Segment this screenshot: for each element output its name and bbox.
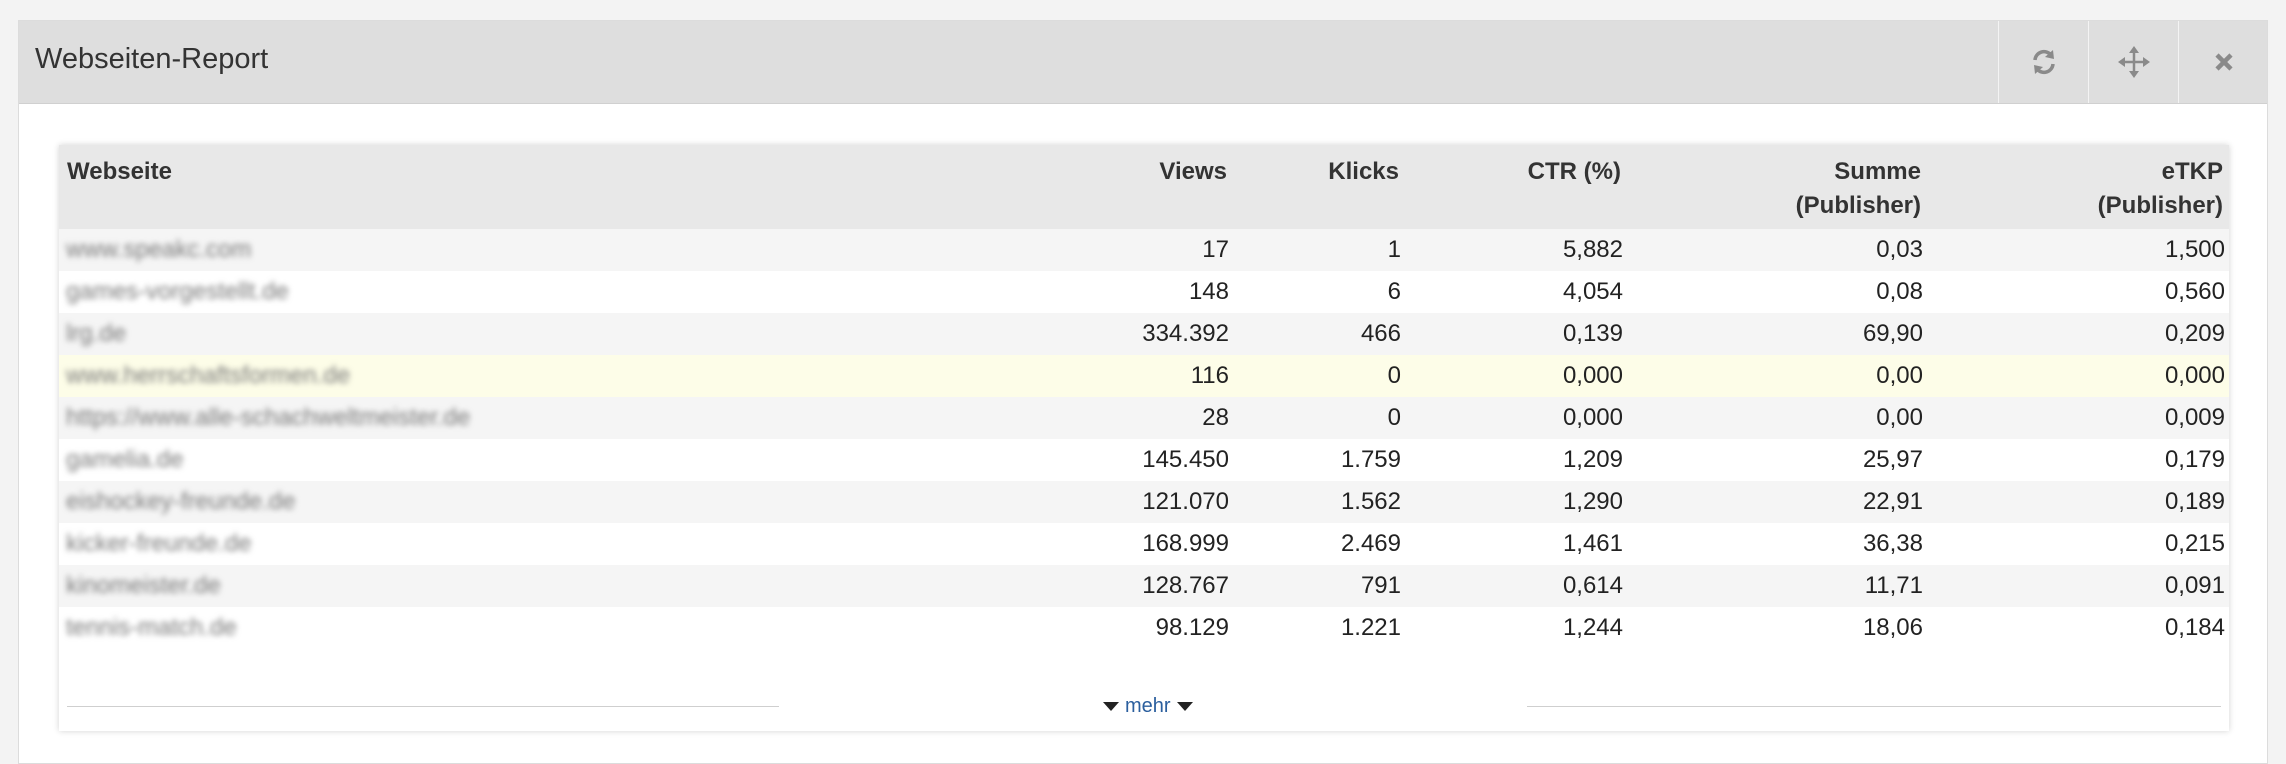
klicks-cell: 466: [1360, 320, 1401, 347]
header-summe-line1: Summe: [1834, 158, 1921, 185]
table-row[interactable]: games-vorgestellt.de 148 6 4,054 0,08 0,560: [59, 271, 2229, 313]
views-cell: 145.450: [1142, 446, 1229, 473]
ctr-cell: 0,000: [1562, 362, 1623, 389]
etkp-cell: 0,209: [2164, 320, 2225, 347]
refresh-button[interactable]: [1998, 21, 2088, 103]
ctr-cell: 0,614: [1562, 572, 1623, 599]
klicks-cell: 0: [1387, 362, 1401, 389]
views-cell: 128.767: [1142, 572, 1229, 599]
klicks-cell: 2.469: [1340, 530, 1401, 557]
summe-cell: 0,08: [1876, 278, 1923, 305]
header-views[interactable]: Views: [1159, 155, 1227, 189]
site-cell: www.herrschaftsformen.de: [66, 362, 351, 389]
divider-right: [1527, 706, 2221, 707]
ctr-cell: 1,209: [1562, 446, 1623, 473]
ctr-cell: 0,139: [1562, 320, 1623, 347]
ctr-cell: 1,244: [1562, 614, 1623, 641]
klicks-cell: 791: [1360, 572, 1401, 599]
site-cell: gamelia.de: [66, 446, 184, 473]
summe-cell: 0,00: [1876, 404, 1923, 431]
caret-down-icon: [1176, 702, 1193, 711]
etkp-cell: 0,000: [2164, 362, 2225, 389]
table-row[interactable]: www.herrschaftsformen.de 116 0 0,000 0,00 0,0…: [59, 355, 2229, 397]
site-cell: lrg.de: [66, 320, 127, 347]
header-etkp-line2: (Publisher): [2097, 192, 2223, 219]
etkp-cell: 0,091: [2164, 572, 2225, 599]
views-cell: 168.999: [1142, 530, 1229, 557]
klicks-cell: 1.759: [1340, 446, 1401, 473]
ctr-cell: 1,461: [1562, 530, 1623, 557]
site-cell: tennis-match.de: [66, 614, 237, 641]
widget-header: Webseiten-Report: [19, 21, 2267, 104]
close-icon: [2214, 53, 2233, 71]
table-row[interactable]: kinomeister.de 128.767 791 0,614 11,71 0,091: [59, 565, 2229, 607]
move-button[interactable]: [2088, 21, 2178, 103]
report-table: Webseite Views Klicks CTR (%) Summe (Pub…: [59, 145, 2229, 731]
views-cell: 98.129: [1155, 614, 1229, 641]
more-link[interactable]: mehr: [1103, 695, 1193, 718]
site-cell: games-vorgestellt.de: [66, 278, 289, 305]
table-row[interactable]: eishockey-freunde.de 121.070 1.562 1,290 22,…: [59, 481, 2229, 523]
etkp-cell: 0,560: [2164, 278, 2225, 305]
etkp-cell: 0,184: [2164, 614, 2225, 641]
klicks-cell: 1: [1387, 236, 1401, 263]
site-cell: https://www.alle-schachweltmeister.de: [66, 404, 471, 431]
header-summe-line2: (Publisher): [1795, 192, 1921, 219]
table-row[interactable]: www.speakc.com 17 1 5,882 0,03 1,500: [59, 229, 2229, 271]
divider-left: [67, 706, 779, 707]
etkp-cell: 1,500: [2164, 236, 2225, 263]
etkp-cell: 0,179: [2164, 446, 2225, 473]
summe-cell: 69,90: [1862, 320, 1923, 347]
header-etkp[interactable]: eTKP (Publisher): [2098, 155, 2223, 223]
table-row[interactable]: lrg.de 334.392 466 0,139 69,90 0,209: [59, 313, 2229, 355]
header-webseite[interactable]: Webseite: [67, 155, 172, 189]
etkp-cell: 0,009: [2164, 404, 2225, 431]
site-cell: kinomeister.de: [66, 572, 221, 599]
move-icon: [2117, 46, 2150, 78]
site-cell: eishockey-freunde.de: [66, 488, 296, 515]
summe-cell: 0,03: [1876, 236, 1923, 263]
klicks-cell: 1.221: [1340, 614, 1401, 641]
views-cell: 17: [1202, 236, 1229, 263]
etkp-cell: 0,215: [2164, 530, 2225, 557]
klicks-cell: 0: [1387, 404, 1401, 431]
site-cell: www.speakc.com: [66, 236, 252, 263]
widget-title: Webseiten-Report: [35, 43, 269, 75]
summe-cell: 0,00: [1876, 362, 1923, 389]
summe-cell: 25,97: [1862, 446, 1923, 473]
summe-cell: 11,71: [1864, 572, 1923, 599]
header-ctr[interactable]: CTR (%): [1528, 155, 1621, 189]
summe-cell: 36,38: [1862, 530, 1923, 557]
table-header: Webseite Views Klicks CTR (%) Summe (Pub…: [59, 145, 2229, 229]
caret-down-icon: [1103, 702, 1119, 711]
table-row[interactable]: gamelia.de 145.450 1.759 1,209 25,97 0,179: [59, 439, 2229, 481]
ctr-cell: 1,290: [1562, 488, 1623, 515]
table-row[interactable]: tennis-match.de 98.129 1.221 1,244 18,06 0,18…: [59, 607, 2229, 649]
summe-cell: 22,91: [1862, 488, 1923, 515]
views-cell: 148: [1188, 278, 1229, 305]
views-cell: 28: [1202, 404, 1229, 431]
webseiten-report-widget: Webseiten-Report Webseite Views Klicks C…: [18, 20, 2268, 764]
site-cell: kicker-freunde.de: [66, 530, 252, 557]
refresh-icon: [2032, 49, 2055, 75]
klicks-cell: 6: [1387, 278, 1401, 305]
ctr-cell: 4,054: [1562, 278, 1623, 305]
summe-cell: 18,06: [1862, 614, 1923, 641]
views-cell: 116: [1190, 362, 1229, 389]
header-etkp-line1: eTKP: [2161, 158, 2223, 185]
ctr-cell: 0,000: [1562, 404, 1623, 431]
etkp-cell: 0,189: [2164, 488, 2225, 515]
table-row[interactable]: https://www.alle-schachweltmeister.de 28 0…: [59, 397, 2229, 439]
table-row[interactable]: kicker-freunde.de 168.999 2.469 1,461 36,38 0…: [59, 523, 2229, 565]
views-cell: 121.070: [1142, 488, 1229, 515]
header-klicks[interactable]: Klicks: [1328, 155, 1399, 189]
ctr-cell: 5,882: [1562, 236, 1623, 263]
header-summe[interactable]: Summe (Publisher): [1796, 155, 1921, 223]
views-cell: 334.392: [1142, 320, 1229, 347]
klicks-cell: 1.562: [1340, 488, 1401, 515]
more-label: mehr: [1125, 695, 1171, 717]
close-button[interactable]: [2178, 21, 2268, 103]
